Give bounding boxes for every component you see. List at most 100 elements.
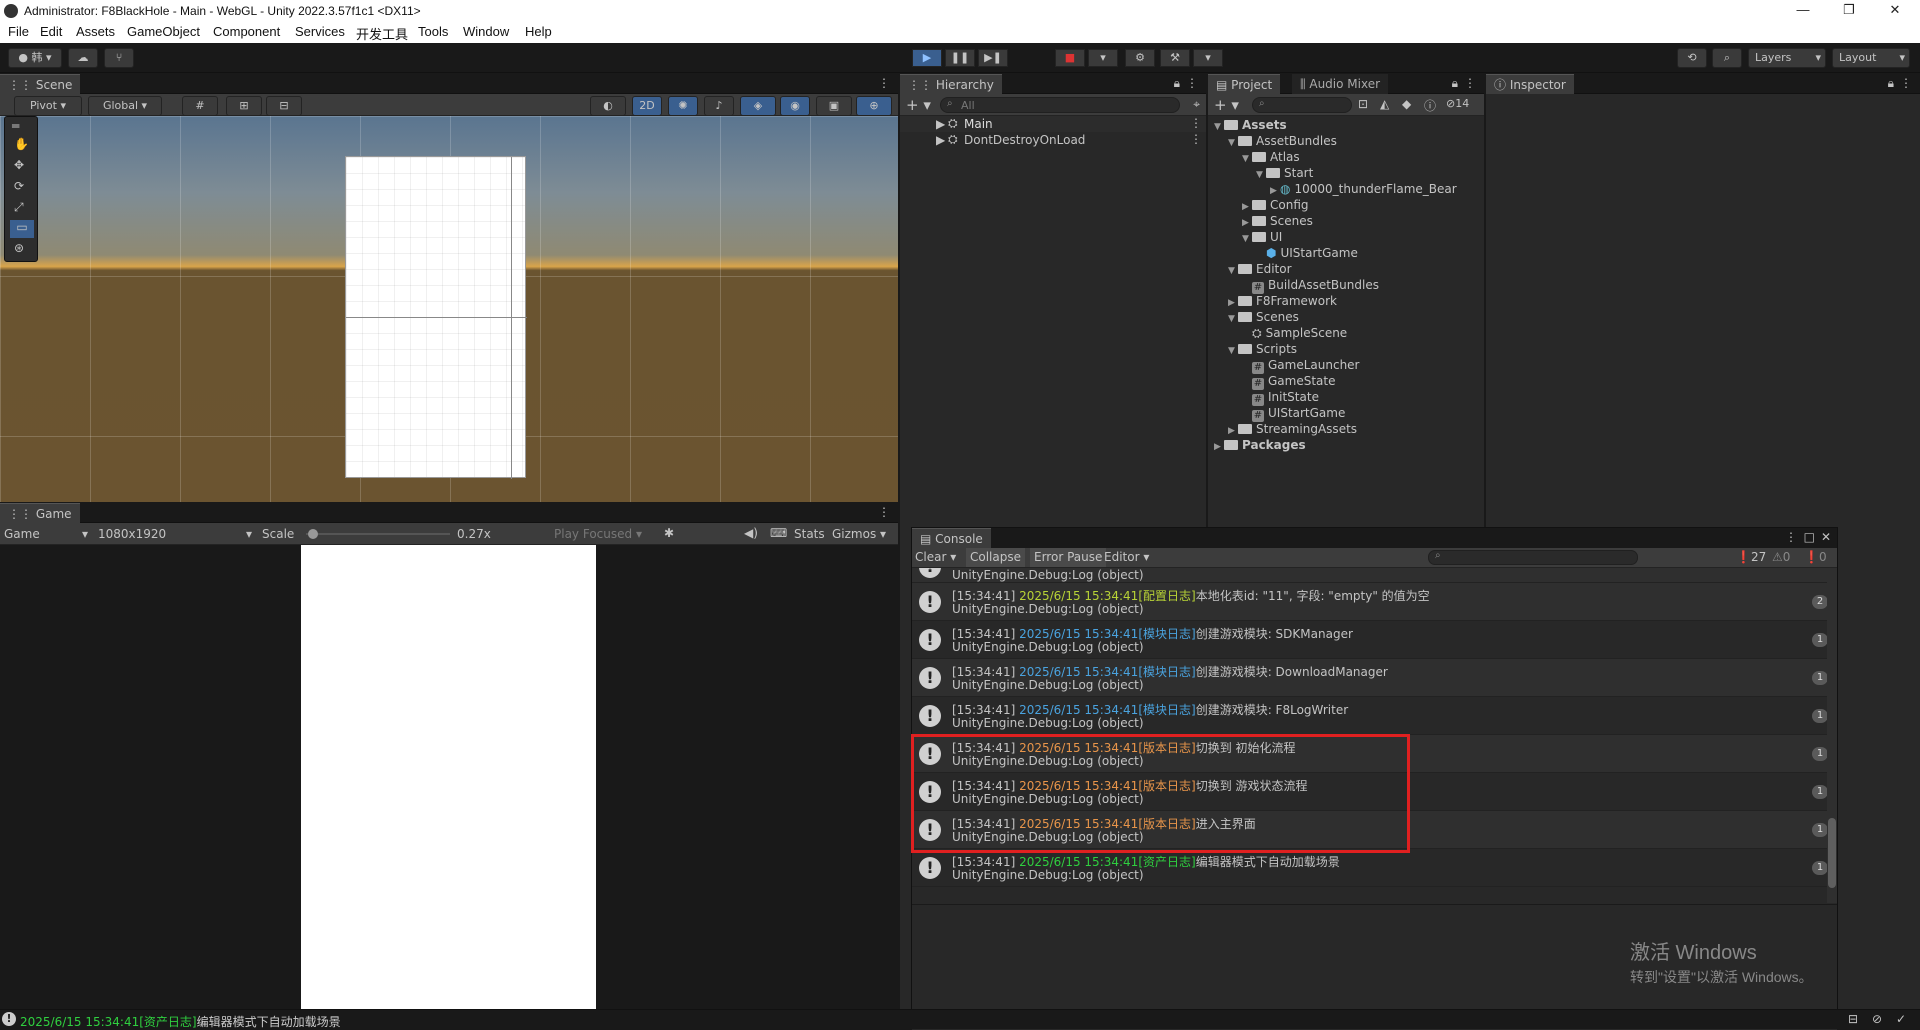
expand-arrow-icon[interactable]: ▼ <box>1242 154 1252 164</box>
more-icon[interactable]: ⋮ <box>1190 116 1202 130</box>
tree-item-f8framework[interactable]: ▶ F8Framework <box>1228 294 1337 308</box>
console-scrollbar-thumb[interactable] <box>1828 818 1836 888</box>
expand-arrow-icon[interactable]: ▼ <box>1242 234 1252 244</box>
play-focused-dropdown[interactable]: Play Focused ▾ <box>554 527 660 541</box>
collab-button[interactable]: ⑂ <box>104 48 134 68</box>
log-row[interactable]: ! [15:34:41] 2025/6/15 15:34:41[资产日志]编辑器模… <box>912 849 1827 887</box>
hand-icon[interactable]: ✋ <box>14 137 29 151</box>
audio-button[interactable]: ♪ <box>704 96 734 116</box>
expand-arrow-icon[interactable]: ▶ <box>1214 442 1224 452</box>
console-search-input[interactable]: ⌕ <box>1428 550 1638 565</box>
tree-item-ui[interactable]: ▼ UI <box>1242 230 1282 244</box>
account-button[interactable]: ● 韩 ▾ <box>8 48 62 68</box>
status-message[interactable]: 2025/6/15 15:34:41[资产日志]编辑器模式下自动加载场景 <box>20 1013 341 1030</box>
scale-icon[interactable]: ⤢ <box>14 200 24 215</box>
scale-slider[interactable] <box>306 529 450 539</box>
tree-item-config[interactable]: ▶ Config <box>1242 198 1309 212</box>
history-button[interactable]: ⟲ <box>1677 48 1707 68</box>
expand-arrow-icon[interactable]: ▼ <box>1228 314 1238 324</box>
more-icon[interactable]: ⋮ <box>878 505 890 519</box>
tree-item-scenes-ab[interactable]: ▶ Scenes <box>1242 214 1313 228</box>
more-icon[interactable]: ⋮ <box>1464 76 1476 90</box>
tree-item-atlas[interactable]: ▼ Atlas <box>1242 150 1300 164</box>
tree-item-editor[interactable]: ▼ Editor <box>1228 262 1292 276</box>
canvas-rect[interactable] <box>345 156 527 479</box>
resolution-dropdown[interactable]: 1080x1920 ▾ <box>98 527 254 541</box>
expand-arrow-icon[interactable]: ▶ <box>1242 202 1252 212</box>
menu-gameobject[interactable]: GameObject <box>127 24 200 39</box>
layers-dropdown[interactable]: Layers ▾ <box>1748 48 1826 68</box>
visibility-button[interactable]: ◉ <box>780 96 810 116</box>
tab-console[interactable]: ▤ Console <box>912 528 991 548</box>
warning-icon[interactable]: ⓘ <box>1424 97 1436 114</box>
tab-inspector[interactable]: ⓘ Inspector <box>1486 74 1574 94</box>
snap-increment-button[interactable]: ⊞ <box>226 96 262 116</box>
step-button[interactable]: ▶❚ <box>978 49 1008 67</box>
collapse-button[interactable]: Collapse <box>966 548 1025 567</box>
filter-by-type-icon[interactable]: ◭ <box>1380 97 1389 111</box>
menu-file[interactable]: File <box>8 24 29 39</box>
mute-icon[interactable]: ◀) <box>744 526 758 540</box>
tree-item-samplescene[interactable]: ⛭ SampleScene <box>1252 326 1347 341</box>
build-settings-button[interactable]: ⚙ <box>1125 49 1155 67</box>
expand-arrow-icon[interactable]: ▼ <box>1228 346 1238 356</box>
expand-arrow-icon[interactable]: ▶ <box>936 117 945 131</box>
pause-button[interactable]: ❚❚ <box>945 49 975 67</box>
expand-arrow-icon[interactable]: ▶ <box>1228 298 1238 308</box>
pivot-dropdown[interactable]: Pivot ▾ <box>14 96 82 116</box>
log-row[interactable]: ! [15:34:41] 2025/6/15 15:34:41[模块日志]创建游戏… <box>912 697 1827 735</box>
layout-dropdown[interactable]: Layout ▾ <box>1832 48 1910 68</box>
tree-item-assetbundles[interactable]: ▼ AssetBundles <box>1228 134 1337 148</box>
network-icon[interactable]: ⊟ <box>1848 1012 1858 1026</box>
expand-arrow-icon[interactable]: ▼ <box>1214 122 1224 132</box>
more-icon[interactable]: ⋮ <box>1900 76 1912 90</box>
expand-arrow-icon[interactable]: ▼ <box>1228 266 1238 276</box>
check-icon[interactable]: ✓ <box>1896 1012 1906 1026</box>
play-button[interactable]: ▶ <box>912 49 942 67</box>
more-icon[interactable]: ⋮ <box>878 76 890 90</box>
expand-arrow-icon[interactable]: ▶ <box>1242 218 1252 228</box>
game-view[interactable] <box>301 545 596 1009</box>
menu-help[interactable]: Help <box>525 24 552 39</box>
menu-component[interactable]: Component <box>213 24 280 39</box>
camera-button[interactable]: ▣ <box>816 96 852 116</box>
menu-services[interactable]: Services <box>295 24 345 39</box>
log-row[interactable]: ! [15:34:41] 2025/6/15 15:34:41[模块日志]创建游戏… <box>912 621 1827 659</box>
more-icon[interactable]: ⋮ <box>1190 132 1202 146</box>
tree-item-uistartgame-script[interactable]: # UIStartGame <box>1252 406 1345 422</box>
menu-devtools[interactable]: 开发工具 <box>356 24 408 43</box>
scene-visibility-icon[interactable]: ⌖ <box>1193 97 1200 112</box>
tab-project[interactable]: ▤ Project <box>1208 74 1281 94</box>
tree-item-gamestate[interactable]: # GameState <box>1252 374 1336 390</box>
display-dropdown[interactable]: Game ▾ <box>4 527 90 541</box>
tree-item-start[interactable]: ▼ Start <box>1256 166 1313 180</box>
error-filter-toggle[interactable]: ❗0 <box>1804 550 1827 564</box>
bug-icon[interactable]: ✱ <box>664 526 674 540</box>
menu-window[interactable]: Window <box>463 24 509 39</box>
record-button[interactable]: ■ <box>1055 49 1085 67</box>
tree-item-assets[interactable]: ▼ Assets <box>1214 118 1287 132</box>
keyboard-icon[interactable]: ⌨ <box>770 526 787 540</box>
tab-scene[interactable]: ⋮⋮ Scene <box>0 74 81 94</box>
log-filter-toggle[interactable]: ❗27 <box>1736 550 1766 564</box>
label-icon[interactable]: ◆ <box>1402 97 1411 111</box>
error-pause-button[interactable]: Error Pause <box>1030 548 1107 567</box>
scale-slider-thumb[interactable] <box>308 529 318 539</box>
lock-icon[interactable]: 🔒︎ <box>1452 76 1458 91</box>
search-button[interactable]: ⌕ <box>1712 48 1742 68</box>
expand-arrow-icon[interactable]: ▼ <box>1228 138 1238 148</box>
log-row[interactable]: ! [15:34:41] 2025/6/15 15:34:41[配置日志]本地化表… <box>912 583 1827 621</box>
close-icon[interactable]: ✕ <box>1821 530 1831 544</box>
console-scrollbar[interactable] <box>1827 568 1837 903</box>
clear-button[interactable]: Clear ▾ <box>915 550 957 564</box>
hierarchy-row-main[interactable]: ▶ ⛭ Main ⋮ <box>900 116 1206 132</box>
minimize-button[interactable]: — <box>1780 0 1826 22</box>
search-by-type-icon[interactable]: ⊡ <box>1358 97 1368 111</box>
hierarchy-search-input[interactable]: ⌕ All <box>940 97 1180 113</box>
expand-arrow-icon[interactable]: ▶ <box>936 133 945 147</box>
log-row[interactable]: ! [15:34:41] 2025/6/15 15:34:41[模块日志]创建游戏… <box>912 659 1827 697</box>
tab-game[interactable]: ⋮⋮ Game <box>0 503 80 523</box>
lock-icon[interactable]: 🔒︎ <box>1888 76 1894 91</box>
project-search-input[interactable]: ⌕ <box>1252 97 1352 113</box>
editor-dropdown[interactable]: Editor ▾ <box>1104 550 1152 564</box>
